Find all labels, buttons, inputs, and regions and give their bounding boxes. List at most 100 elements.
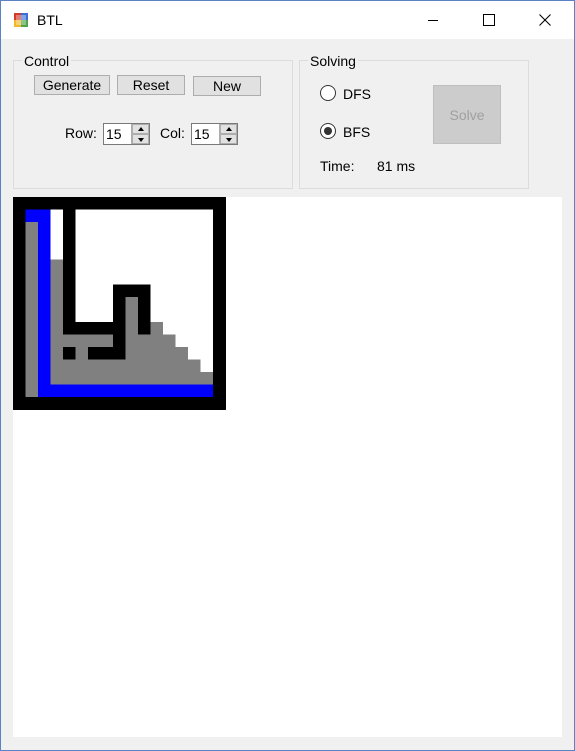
maze-cell-wall[interactable] [138, 322, 152, 336]
maze-cell-wall[interactable] [213, 247, 226, 261]
maze-cell-visited[interactable] [125, 309, 139, 323]
maze-cell-open[interactable] [138, 234, 152, 248]
maze-cell-visited[interactable] [163, 347, 177, 361]
maze-cell-open[interactable] [100, 234, 114, 248]
maze-cell-open[interactable] [75, 259, 89, 273]
maze-cell-open[interactable] [88, 309, 102, 323]
maze-cell-open[interactable] [125, 209, 139, 223]
maze-cell-wall[interactable] [213, 359, 226, 373]
maze-cell-open[interactable] [125, 272, 139, 286]
maze-cell-path[interactable] [38, 372, 52, 386]
maze-cell-path[interactable] [125, 384, 139, 398]
maze-cell-wall[interactable] [63, 234, 77, 248]
maze-cell-wall[interactable] [125, 397, 139, 410]
maze-cell-wall[interactable] [213, 272, 226, 286]
maze-cell-wall[interactable] [63, 397, 77, 410]
maze-cell-open[interactable] [100, 297, 114, 311]
maze-cell-path[interactable] [25, 209, 39, 223]
maze-cell-visited[interactable] [25, 222, 39, 236]
maze-cell-visited[interactable] [150, 372, 164, 386]
maze-cell-open[interactable] [163, 272, 177, 286]
bfs-label[interactable]: BFS [343, 124, 370, 140]
maze-cell-open[interactable] [200, 359, 214, 373]
maze-cell-wall[interactable] [13, 222, 27, 236]
maze-cell-wall[interactable] [213, 334, 226, 348]
maze-cell-open[interactable] [188, 272, 202, 286]
maze-cell-open[interactable] [75, 284, 89, 298]
maze-cell-wall[interactable] [75, 197, 89, 211]
maze-cell-wall[interactable] [188, 197, 202, 211]
maze-cell-wall[interactable] [63, 347, 77, 361]
maze-cell-path[interactable] [38, 272, 52, 286]
maze-cell-wall[interactable] [13, 259, 27, 273]
maze-cell-visited[interactable] [200, 372, 214, 386]
maze-cell-wall[interactable] [13, 322, 27, 336]
maze-cell-visited[interactable] [175, 347, 189, 361]
maze-cell-open[interactable] [200, 334, 214, 348]
maze-cell-visited[interactable] [63, 359, 77, 373]
maze-cell-visited[interactable] [50, 297, 64, 311]
maze-cell-wall[interactable] [213, 384, 226, 398]
maze-cell-wall[interactable] [175, 197, 189, 211]
maze-cell-wall[interactable] [88, 347, 102, 361]
maze-cell-wall[interactable] [13, 309, 27, 323]
maze-cell-wall[interactable] [150, 397, 164, 410]
solve-button[interactable]: Solve [433, 85, 501, 144]
maze-cell-open[interactable] [138, 247, 152, 261]
maze-cell-visited[interactable] [100, 372, 114, 386]
maze-cell-open[interactable] [200, 209, 214, 223]
maze-cell-wall[interactable] [113, 197, 127, 211]
maze-cell-open[interactable] [150, 309, 164, 323]
maze-cell-wall[interactable] [63, 209, 77, 223]
maze-cell-open[interactable] [188, 284, 202, 298]
maze-cell-visited[interactable] [50, 309, 64, 323]
maze-cell-open[interactable] [150, 209, 164, 223]
maze-cell-visited[interactable] [25, 322, 39, 336]
maze-cell-wall[interactable] [13, 284, 27, 298]
maze-cell-path[interactable] [38, 347, 52, 361]
maze-cell-visited[interactable] [50, 322, 64, 336]
maze-cell-open[interactable] [163, 222, 177, 236]
maze-cell-visited[interactable] [150, 334, 164, 348]
maze-cell-open[interactable] [88, 234, 102, 248]
maze-cell-path[interactable] [163, 384, 177, 398]
maze-cell-open[interactable] [163, 284, 177, 298]
maze-cell-wall[interactable] [200, 197, 214, 211]
maze-cell-wall[interactable] [13, 372, 27, 386]
maze-cell-wall[interactable] [13, 197, 27, 211]
maze-cell-open[interactable] [125, 259, 139, 273]
maze-cell-wall[interactable] [100, 347, 114, 361]
maze-cell-visited[interactable] [150, 359, 164, 373]
maze-cell-open[interactable] [175, 209, 189, 223]
maximize-button[interactable] [466, 1, 512, 39]
maze-cell-open[interactable] [50, 247, 64, 261]
maze-cell-wall[interactable] [100, 397, 114, 410]
maze-cell-open[interactable] [150, 284, 164, 298]
maze-cell-visited[interactable] [25, 284, 39, 298]
maze-cell-wall[interactable] [113, 284, 127, 298]
maze-cell-visited[interactable] [175, 372, 189, 386]
maze-cell-open[interactable] [75, 234, 89, 248]
maze-cell-open[interactable] [175, 322, 189, 336]
maze-cell-open[interactable] [75, 222, 89, 236]
row-up-icon[interactable] [132, 124, 149, 134]
maze-cell-wall[interactable] [13, 297, 27, 311]
maze-cell-wall[interactable] [13, 234, 27, 248]
maze-cell-open[interactable] [163, 309, 177, 323]
maze-cell-open[interactable] [125, 222, 139, 236]
maze-cell-wall[interactable] [75, 322, 89, 336]
maze-cell-path[interactable] [88, 384, 102, 398]
maze-cell-open[interactable] [200, 222, 214, 236]
maze-cell-visited[interactable] [138, 372, 152, 386]
maze-cell-visited[interactable] [188, 359, 202, 373]
maze-cell-visited[interactable] [25, 247, 39, 261]
maze-cell-open[interactable] [175, 222, 189, 236]
maze-cell-wall[interactable] [213, 322, 226, 336]
maze-cell-open[interactable] [175, 234, 189, 248]
maze-cell-path[interactable] [38, 322, 52, 336]
maze-cell-wall[interactable] [213, 297, 226, 311]
maze-cell-open[interactable] [113, 222, 127, 236]
col-value[interactable]: 15 [194, 126, 210, 142]
maze-cell-wall[interactable] [63, 297, 77, 311]
maze-cell-wall[interactable] [38, 397, 52, 410]
